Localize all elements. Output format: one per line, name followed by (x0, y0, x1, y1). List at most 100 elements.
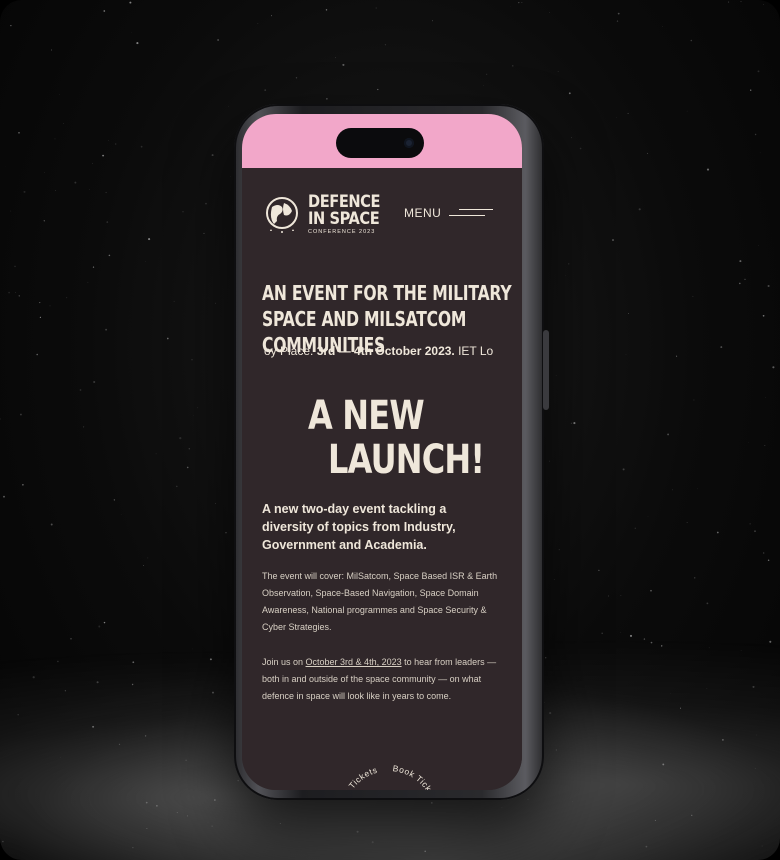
star (83, 426, 85, 428)
star (750, 89, 752, 91)
star (105, 191, 107, 194)
star (570, 422, 572, 424)
star (555, 375, 557, 377)
star (211, 154, 214, 157)
star (625, 354, 627, 355)
book-tickets-label-1: Book Tickets (336, 765, 378, 790)
star (225, 532, 227, 534)
star (763, 552, 765, 554)
star (672, 489, 674, 491)
star (739, 260, 742, 263)
star (59, 93, 60, 95)
star (264, 89, 267, 91)
star (98, 625, 101, 628)
star (772, 366, 775, 369)
star (757, 70, 760, 73)
date-link[interactable]: October 3rd & 4th, 2023 (306, 657, 402, 667)
star (521, 2, 523, 3)
camera-icon (404, 138, 414, 148)
svg-text:Book Tickets: Book Tickets (392, 763, 440, 790)
star (690, 39, 693, 42)
menu-button[interactable]: MENU (404, 206, 494, 220)
mockup-stage: DEFENCE IN SPACE CONFERENCE 2023 MENU AN… (0, 0, 780, 860)
star (103, 10, 106, 12)
star (384, 44, 386, 46)
star (568, 263, 570, 265)
ticker-text-before: oy Place. (264, 344, 317, 358)
star (650, 589, 652, 592)
star (601, 632, 604, 635)
star (93, 380, 96, 384)
star (608, 595, 609, 597)
star (44, 172, 46, 173)
star (754, 530, 756, 532)
star (740, 1, 742, 3)
star (92, 162, 93, 164)
svg-text:Book Tickets: Book Tickets (336, 765, 378, 790)
star (103, 621, 106, 624)
globe-icon (266, 196, 298, 233)
star (0, 418, 1, 420)
side-button (543, 330, 549, 410)
star (120, 514, 122, 515)
star (8, 291, 10, 294)
star (113, 499, 116, 501)
phone-mockup: DEFENCE IN SPACE CONFERENCE 2023 MENU AN… (234, 104, 549, 800)
star (14, 292, 16, 293)
star (749, 523, 751, 525)
star (634, 527, 636, 529)
star (617, 12, 620, 15)
star (36, 353, 39, 356)
star (182, 211, 184, 213)
star (616, 20, 619, 22)
star (432, 20, 433, 22)
star (129, 1, 132, 4)
star (63, 123, 65, 125)
intro-text: A new two-day event tackling a diversity… (262, 502, 456, 552)
star (176, 485, 178, 488)
join-text-before: Join us on (262, 657, 306, 667)
star (686, 110, 688, 112)
join-paragraph: Join us on October 3rd & 4th, 2023 to he… (262, 654, 498, 705)
star (74, 181, 77, 184)
star (377, 88, 379, 91)
phone-screen: DEFENCE IN SPACE CONFERENCE 2023 MENU AN… (242, 114, 522, 790)
star (573, 422, 576, 425)
book-tickets-label-2: Book Tickets (392, 763, 440, 790)
star (754, 133, 757, 136)
star (140, 145, 143, 148)
star (335, 57, 336, 59)
star (728, 1, 730, 3)
topics-paragraph: The event will cover: MilSatcom, Space B… (262, 571, 498, 632)
dynamic-island (336, 128, 424, 158)
star (147, 557, 149, 559)
star (108, 254, 111, 257)
star (738, 282, 741, 285)
star (205, 202, 207, 205)
star (693, 399, 695, 401)
star (79, 389, 82, 391)
star (108, 140, 109, 141)
site-logo[interactable]: DEFENCE IN SPACE CONFERENCE 2023 (262, 194, 392, 236)
star (66, 297, 68, 299)
star (257, 23, 259, 24)
event-ticker: oy Place. 3rd — 4th October 2023. IET Lo (264, 344, 522, 358)
star (342, 63, 345, 66)
star (22, 483, 24, 486)
star (10, 210, 11, 212)
star (197, 407, 199, 409)
star (18, 131, 20, 134)
star (271, 15, 272, 17)
star (131, 31, 132, 33)
star (92, 266, 95, 268)
star (720, 346, 723, 349)
star (744, 278, 746, 280)
star (557, 71, 559, 72)
star (622, 468, 625, 471)
book-tickets-button[interactable]: Book Tickets Book Tickets (334, 744, 444, 790)
star (14, 265, 16, 268)
star (553, 579, 555, 580)
star (676, 355, 678, 357)
star (612, 239, 614, 241)
star (105, 328, 108, 331)
